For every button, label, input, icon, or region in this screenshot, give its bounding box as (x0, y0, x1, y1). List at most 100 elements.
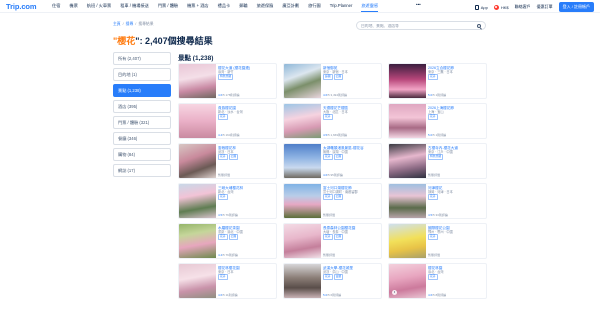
breadcrumb-separator: / (122, 22, 124, 26)
review-count: /5 1則評論 (432, 93, 447, 97)
attraction-card[interactable]: 水磨櫻花茶園 重慶 · 渝北 · 中國 花卉 公園 4.4/5 76則評論 (178, 223, 277, 259)
nav-item[interactable]: 禮品卡 (218, 3, 231, 12)
review-count: /5 3,494則評論 (327, 93, 348, 97)
play-icon[interactable] (392, 290, 397, 295)
attraction-card[interactable]: 新宿御苑 東京 · 新宿 · 日本 庭園 公園 4.6/5 3,494則評論 (283, 63, 382, 99)
attraction-photo (389, 264, 426, 298)
rating-summary: 暫無評價 (323, 253, 335, 257)
attraction-location: 富士河口湖町 · 南都留郡 (323, 189, 358, 194)
tag-list: 花卉 公園 (323, 154, 379, 160)
attraction-location: 鄂州 · 鄂州 · 中國 (428, 229, 453, 234)
rating-summary: 4.5/5 33則評論 (428, 213, 448, 217)
attraction-card[interactable]: 貴族櫻花園 新北 · 淡水 · 台灣 花卉 4.4/5 164則評論 (178, 103, 277, 139)
sidebar-filter-item[interactable]: 網誌 (17) (113, 164, 171, 177)
category-tag: 花卉 (218, 114, 228, 120)
tag-list: 花卉 (323, 114, 379, 120)
review-count: /5 8則評論 (432, 293, 447, 297)
currency-selector[interactable]: HK$ (493, 4, 509, 10)
attraction-card[interactable]: 國際櫻花公園 鄂州 · 鄂州 · 中國 花卉 暫無評價 (388, 223, 487, 259)
nav-item[interactable]: 廣亞計劃 (282, 3, 299, 12)
orders-link[interactable]: 優惠訂單 (537, 4, 553, 10)
card-info: 櫻花大道 (櫻花園連) 臺灣 · 新竹 特色景觀 4.6/5 178則評論 (216, 64, 276, 98)
attraction-card[interactable]: 靈巷櫻花林 武漢 · 日本 花卉 公園 暫無評價 (178, 143, 277, 179)
attraction-photo (284, 144, 321, 178)
attraction-card[interactable]: 長泰森林公園櫻花園 大塘 · 長泰 · 中國 花卉 公園 暫無評價 (283, 223, 382, 259)
attraction-location: 大塘 · 長泰 · 中國 (323, 229, 348, 234)
nav-item[interactable]: 旅行團 (308, 3, 321, 12)
trip-logo[interactable]: Trip.com (6, 2, 37, 11)
rating-summary: 4.6/5 8則評論 (428, 293, 446, 297)
rating-summary: 5.0/5 6則評論 (323, 293, 341, 297)
attraction-card[interactable]: 2026上海櫻花節 上海 · 宝山 花卉 5.0/5 1則評論 (388, 103, 487, 139)
rating-summary: 4.6/5 95則評論 (323, 173, 343, 177)
nav-item[interactable]: 旅遊靈感 (361, 3, 378, 12)
attraction-location: 武漢 · 日本 (218, 149, 234, 154)
nav-item[interactable]: 住宿 (52, 3, 60, 12)
attraction-location: 靜岡 · 河津 · 日本 (428, 189, 453, 194)
attraction-card[interactable]: 櫻花大道 (櫻花園連) 臺灣 · 新竹 特色景觀 4.6/5 178則評論 (178, 63, 277, 99)
search-icon[interactable] (477, 24, 481, 28)
attraction-photo (389, 224, 426, 258)
breadcrumb-current: 搜尋結果 (138, 22, 154, 26)
app-download[interactable]: App (474, 4, 488, 10)
attraction-card[interactable]: 櫻花林園 臺北 · 台灣 花卉 4.6/5 8則評論 (388, 263, 487, 299)
attraction-photo (284, 264, 321, 298)
nav-item[interactable]: Trip.Planner (330, 3, 353, 12)
attraction-card[interactable]: 天德櫻花芒櫻區 大阪 · 北區 · 日本 花卉 4.5/5 1,669則評論 (283, 103, 382, 139)
attraction-location: 大阪 · 北區 · 日本 (323, 109, 348, 114)
sidebar-filter-item[interactable]: 所有 (2,407) (113, 52, 171, 65)
nav-item[interactable]: 租車 / 機場接送 (120, 3, 149, 12)
category-tag: 特色景觀 (218, 74, 234, 80)
attraction-photo (179, 184, 216, 218)
card-info: 天德櫻花芒櫻區 大阪 · 北區 · 日本 花卉 4.5/5 1,669則評論 (321, 104, 381, 138)
attraction-location: 上海 · 宝山 (428, 109, 444, 114)
sidebar-filter-item[interactable]: 門票 / 體驗 (321) (113, 116, 171, 129)
customer-support-link[interactable]: 聯絡客戶 (515, 4, 531, 10)
attraction-location: 無錫 · 濱湖 · 中國 (323, 149, 348, 154)
category-tag: 公園 (228, 154, 239, 160)
attraction-photo (389, 184, 426, 218)
review-count: /5 1則評論 (432, 133, 447, 137)
review-count: /5 95則評論 (327, 173, 343, 177)
nav-item[interactable]: 機票 + 酒店 (187, 3, 209, 12)
category-tag: 花卉 (218, 274, 228, 280)
search-input[interactable] (361, 23, 471, 28)
attraction-photo (179, 264, 216, 298)
sidebar-filter-item[interactable]: 目的地 (1) (113, 68, 171, 81)
nav-item[interactable]: 旅遊保險 (257, 3, 274, 12)
nav-item[interactable]: 門票 / 體驗 (158, 3, 178, 12)
review-count: /5 164則評論 (222, 133, 240, 137)
breadcrumb-search[interactable]: 搜尋 (126, 22, 134, 27)
attraction-card[interactable]: 櫻花林櫻花園 東京 · 日本 花卉 4.6/5 11則評論 (178, 263, 277, 299)
attraction-location: 東京 · 日本 (218, 269, 234, 274)
attraction-card[interactable]: 太湖黿頭渚風景區-櫻花谷 無錫 · 濱湖 · 中國 花卉 公園 4.6/5 95則評論 (283, 143, 382, 179)
category-tag: 公園 (333, 194, 344, 200)
tag-list: 花卉 (218, 274, 274, 280)
review-count: 暫無評價 (218, 173, 231, 177)
review-count: /5 76則評論 (222, 253, 238, 257)
nav-item[interactable]: 郵輪 (239, 3, 247, 12)
attraction-card[interactable]: 富士河口湖櫻花節 富士河口湖町 · 南都留郡 花卉 公園 暫無評價 (283, 183, 382, 219)
attraction-photo (389, 104, 426, 138)
tag-list: 花卉 (428, 234, 484, 240)
sidebar-filter-item[interactable]: 景點 (1,238) (113, 84, 171, 97)
attraction-card[interactable]: 2026立合櫻花節 東京 · 三鷹 · 日本 花卉 5.0/5 1則評論 (388, 63, 487, 99)
card-info: 櫻花林櫻花園 東京 · 日本 花卉 4.6/5 11則評論 (216, 264, 276, 298)
attraction-card[interactable]: 河津櫻花 靜岡 · 河津 · 日本 花卉 4.5/5 33則評論 (388, 183, 487, 219)
review-count: 暫無評價 (323, 253, 336, 257)
sidebar-filter-item[interactable]: 購物 (84) (113, 148, 171, 161)
card-info: 太湖黿頭渚風景區-櫻花谷 無錫 · 濱湖 · 中國 花卉 公園 4.6/5 95則評論 (321, 144, 381, 178)
attraction-card[interactable]: 三峽大埔櫻花林 新北 · 台灣 花卉 4.5/5 76則評論 (178, 183, 277, 219)
nav-item[interactable]: 機票 (69, 3, 77, 12)
sidebar-filter-item[interactable]: 酒店 (395) (113, 100, 171, 113)
nav-item[interactable]: 航班 / 火車票 (87, 3, 111, 12)
attraction-location: 東京 · 江戶 · 中國 (428, 149, 453, 154)
sidebar-filter-item[interactable]: 餐廳 (346) (113, 132, 171, 145)
category-tag: 公園 (228, 234, 239, 240)
breadcrumb-home[interactable]: 主頁 (113, 22, 121, 27)
attraction-card[interactable]: 古櫻寺內-櫻花大道 東京 · 江戶 · 中國 特色景觀 暫無評價 (388, 143, 487, 179)
attraction-photo (284, 104, 321, 138)
more-menu-button[interactable]: ••• (416, 2, 421, 7)
attraction-card[interactable]: 武漢大學-櫻花城堡 武漢 · 洪山 · 中國 花卉 古蹟 5.0/5 6則評論 (283, 263, 382, 299)
login-button[interactable]: 登入 / 註冊帳戶 (558, 2, 594, 12)
